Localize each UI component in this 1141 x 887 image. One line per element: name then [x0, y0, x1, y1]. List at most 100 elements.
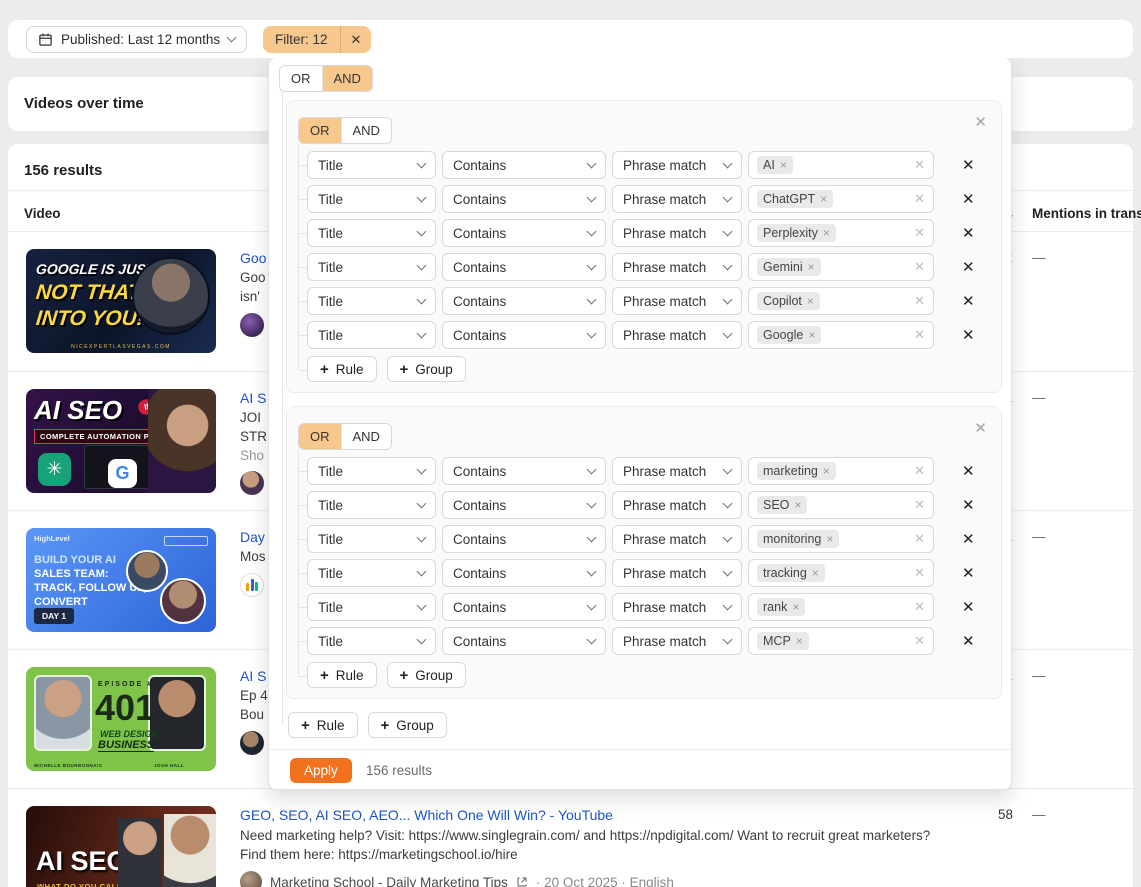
match-type-select[interactable]: Phrase match [612, 287, 742, 315]
group-and-option[interactable]: AND [341, 424, 391, 449]
match-type-select[interactable]: Phrase match [612, 185, 742, 213]
match-type-select[interactable]: Phrase match [612, 491, 742, 519]
clear-input-icon[interactable]: ✕ [914, 599, 925, 615]
clear-input-icon[interactable]: ✕ [914, 191, 925, 207]
delete-rule-icon[interactable]: ✕ [962, 496, 975, 514]
remove-tag-icon[interactable]: × [820, 192, 827, 206]
video-thumbnail[interactable]: AI SEO IN 2025 COMPLETE AUTOMATION PLAYB… [26, 389, 216, 493]
add-group-button[interactable]: +Group [387, 356, 466, 382]
remove-tag-icon[interactable]: × [792, 600, 799, 614]
delete-rule-icon[interactable]: ✕ [962, 632, 975, 650]
match-type-select[interactable]: Phrase match [612, 151, 742, 179]
group-and-option[interactable]: AND [341, 118, 391, 143]
operator-select[interactable]: Contains [442, 253, 606, 281]
field-select[interactable]: Title [307, 457, 436, 485]
value-input[interactable]: SEO× ✕ [748, 491, 934, 519]
delete-rule-icon[interactable]: ✕ [962, 224, 975, 242]
delete-rule-icon[interactable]: ✕ [962, 258, 975, 276]
field-select[interactable]: Title [307, 491, 436, 519]
clear-input-icon[interactable]: ✕ [914, 157, 925, 173]
field-select[interactable]: Title [307, 593, 436, 621]
add-group-button[interactable]: +Group [368, 712, 447, 738]
remove-tag-icon[interactable]: × [780, 158, 787, 172]
remove-tag-icon[interactable]: × [826, 532, 833, 546]
match-type-select[interactable]: Phrase match [612, 253, 742, 281]
remove-tag-icon[interactable]: × [794, 498, 801, 512]
field-select[interactable]: Title [307, 525, 436, 553]
video-thumbnail[interactable]: GOOGLE IS JUST NOT THAT INTO YOU! NICEXP… [26, 249, 216, 353]
match-type-select[interactable]: Phrase match [612, 627, 742, 655]
add-rule-button[interactable]: +Rule [307, 356, 377, 382]
clear-input-icon[interactable]: ✕ [914, 225, 925, 241]
match-type-select[interactable]: Phrase match [612, 559, 742, 587]
remove-tag-icon[interactable]: × [796, 634, 803, 648]
operator-select[interactable]: Contains [442, 185, 606, 213]
clear-input-icon[interactable]: ✕ [914, 259, 925, 275]
channel-avatar[interactable] [240, 731, 264, 755]
operator-select[interactable]: Contains [442, 627, 606, 655]
value-input[interactable]: monitoring× ✕ [748, 525, 934, 553]
field-select[interactable]: Title [307, 151, 436, 179]
value-input[interactable]: AI× ✕ [748, 151, 934, 179]
operator-select[interactable]: Contains [442, 593, 606, 621]
field-select[interactable]: Title [307, 253, 436, 281]
operator-select[interactable]: Contains [442, 559, 606, 587]
video-thumbnail[interactable]: HighLevel BUILD YOUR AI SALES TEAM: TRAC… [26, 528, 216, 632]
remove-tag-icon[interactable]: × [823, 464, 830, 478]
field-select[interactable]: Title [307, 559, 436, 587]
channel-avatar[interactable] [240, 573, 264, 597]
delete-rule-icon[interactable]: ✕ [962, 462, 975, 480]
operator-select[interactable]: Contains [442, 321, 606, 349]
operator-select[interactable]: Contains [442, 457, 606, 485]
match-type-select[interactable]: Phrase match [612, 457, 742, 485]
clear-input-icon[interactable]: ✕ [914, 565, 925, 581]
match-type-select[interactable]: Phrase match [612, 321, 742, 349]
root-and-option[interactable]: AND [322, 66, 372, 91]
channel-name-link[interactable]: Marketing School - Daily Marketing Tips [270, 875, 508, 887]
value-input[interactable]: rank× ✕ [748, 593, 934, 621]
add-group-button[interactable]: +Group [387, 662, 466, 688]
value-input[interactable]: tracking× ✕ [748, 559, 934, 587]
video-title-link[interactable]: GEO, SEO, AI SEO, AEO... Which One Will … [240, 805, 940, 825]
group-or-option[interactable]: OR [299, 118, 341, 143]
delete-rule-icon[interactable]: ✕ [962, 530, 975, 548]
value-input[interactable]: Google× ✕ [748, 321, 934, 349]
delete-rule-icon[interactable]: ✕ [962, 190, 975, 208]
match-type-select[interactable]: Phrase match [612, 525, 742, 553]
active-filter-badge[interactable]: Filter: 12 ✕ [263, 26, 371, 53]
channel-avatar[interactable] [240, 471, 264, 495]
external-link-icon[interactable] [516, 876, 528, 887]
value-input[interactable]: MCP× ✕ [748, 627, 934, 655]
remove-tag-icon[interactable]: × [812, 566, 819, 580]
delete-rule-icon[interactable]: ✕ [962, 156, 975, 174]
clear-input-icon[interactable]: ✕ [914, 633, 925, 649]
remove-tag-icon[interactable]: × [823, 226, 830, 240]
operator-select[interactable]: Contains [442, 525, 606, 553]
operator-select[interactable]: Contains [442, 287, 606, 315]
operator-select[interactable]: Contains [442, 219, 606, 247]
clear-input-icon[interactable]: ✕ [914, 531, 925, 547]
group-or-option[interactable]: OR [299, 424, 341, 449]
root-or-option[interactable]: OR [280, 66, 322, 91]
value-input[interactable]: Gemini× ✕ [748, 253, 934, 281]
delete-rule-icon[interactable]: ✕ [962, 326, 975, 344]
delete-group-icon[interactable]: ✕ [974, 419, 987, 437]
remove-tag-icon[interactable]: × [808, 260, 815, 274]
add-rule-button[interactable]: +Rule [307, 662, 377, 688]
video-thumbnail[interactable]: EPISODE # 401 WEB DESIGN BUSINESS MICHEL… [26, 667, 216, 771]
clear-input-icon[interactable]: ✕ [914, 463, 925, 479]
value-input[interactable]: ChatGPT× ✕ [748, 185, 934, 213]
video-thumbnail[interactable]: AI SEO WHAT DO YOU CALL IT? [26, 806, 216, 887]
value-input[interactable]: Copilot× ✕ [748, 287, 934, 315]
delete-rule-icon[interactable]: ✕ [962, 292, 975, 310]
value-input[interactable]: Perplexity× ✕ [748, 219, 934, 247]
delete-rule-icon[interactable]: ✕ [962, 598, 975, 616]
apply-button[interactable]: Apply [290, 758, 352, 783]
value-input[interactable]: marketing× ✕ [748, 457, 934, 485]
match-type-select[interactable]: Phrase match [612, 219, 742, 247]
operator-select[interactable]: Contains [442, 491, 606, 519]
add-rule-button[interactable]: +Rule [288, 712, 358, 738]
channel-avatar[interactable] [240, 313, 264, 337]
field-select[interactable]: Title [307, 219, 436, 247]
remove-tag-icon[interactable]: × [808, 328, 815, 342]
